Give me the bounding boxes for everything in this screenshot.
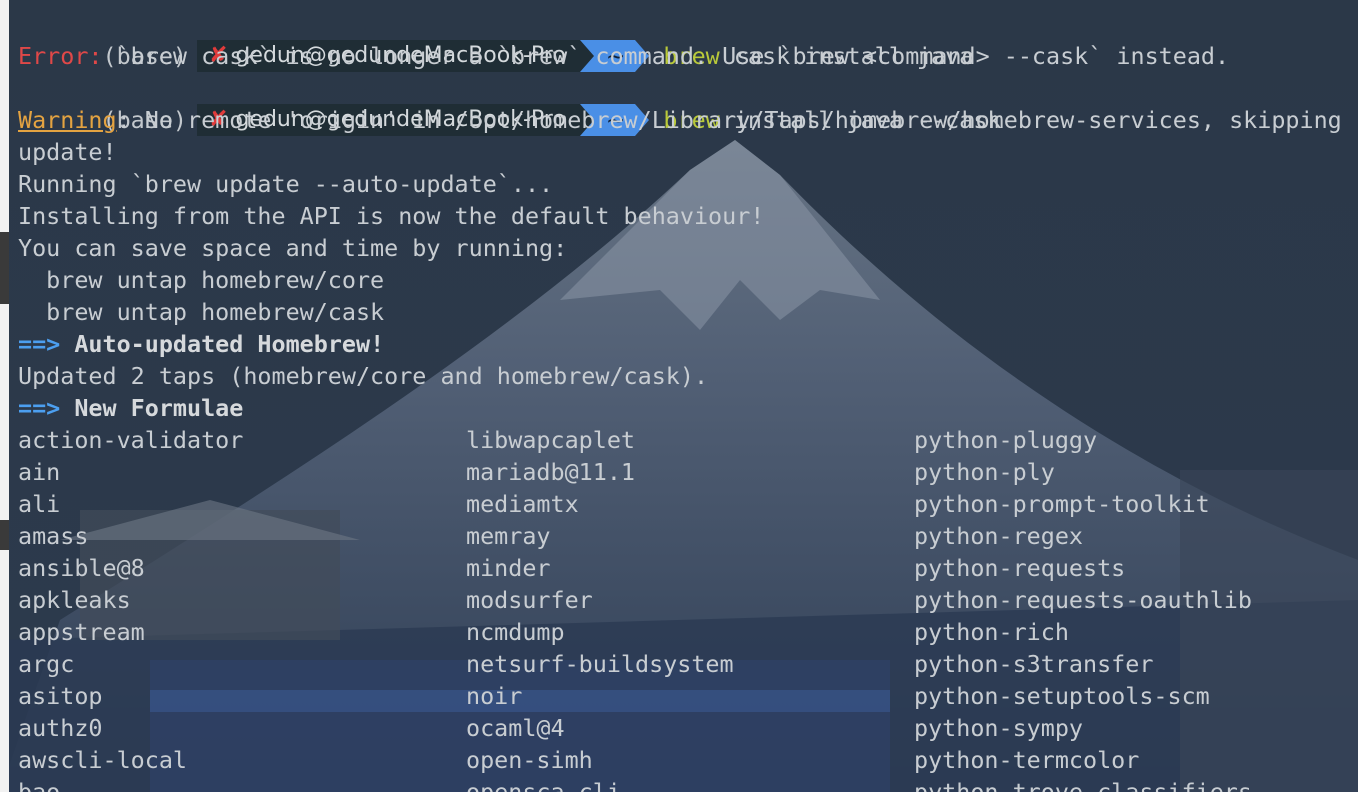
warning-line: Warning: No remote 'origin' in /opt/home… bbox=[18, 104, 1342, 136]
formula-item: memray bbox=[466, 522, 551, 550]
formula-item: python-setuptools-scm bbox=[914, 682, 1210, 710]
formula-item: ansible@8 bbox=[18, 554, 145, 582]
section-heading: ==> Auto-updated Homebrew! bbox=[18, 328, 384, 360]
output-line: You can save space and time by running: bbox=[18, 234, 568, 262]
section-heading: ==> New Formulae bbox=[18, 392, 243, 424]
formula-item: python-ply bbox=[914, 458, 1055, 486]
output-line: Installing from the API is now the defau… bbox=[18, 202, 765, 230]
error-message: `brew cask` is no longer a `brew` comman… bbox=[102, 42, 1230, 70]
formula-item: open-simh bbox=[466, 746, 593, 774]
arrow-icon: ==> bbox=[18, 394, 61, 422]
formula-item: ali bbox=[18, 490, 61, 518]
arrow-icon: ==> bbox=[18, 330, 61, 358]
error-label: Error: bbox=[18, 42, 103, 70]
warning-label: Warning bbox=[18, 106, 117, 134]
formula-item: authz0 bbox=[18, 714, 103, 742]
formula-item: python-requests bbox=[914, 554, 1126, 582]
formula-item: python-termcolor bbox=[914, 746, 1140, 774]
formula-item: python-regex bbox=[914, 522, 1083, 550]
formula-item: netsurf-buildsystem bbox=[466, 650, 734, 678]
formula-item: mediamtx bbox=[466, 490, 579, 518]
formula-item: minder bbox=[466, 554, 551, 582]
formula-item: apkleaks bbox=[18, 586, 131, 614]
output-line: Running `brew update --auto-update`... bbox=[18, 170, 554, 198]
formula-item: python-trove-classifiers bbox=[914, 778, 1252, 792]
prompt-line: (base) ✘ gedun@gedundeMacBook-Pro ~ brew cas… bbox=[18, 8, 973, 72]
formula-item: python-pluggy bbox=[914, 426, 1098, 454]
formula-item: opensca-cli bbox=[466, 778, 621, 792]
section-title: New Formulae bbox=[74, 394, 244, 422]
prompt-line: (base) ✘ gedun@gedundeMacBook-Pro ~ brew ins… bbox=[18, 72, 1001, 136]
formula-item: awscli-local bbox=[18, 746, 187, 774]
formula-item: argc bbox=[18, 650, 75, 678]
output-line: brew untap homebrew/core bbox=[18, 266, 385, 294]
warning-message: : No remote 'origin' in /opt/homebrew/Li… bbox=[116, 106, 1342, 134]
terminal-window[interactable]: (base) ✘ gedun@gedundeMacBook-Pro ~ brew cas… bbox=[0, 0, 1358, 792]
error-line: Error: `brew cask` is no longer a `brew`… bbox=[18, 40, 1229, 72]
formula-item: ocaml@4 bbox=[466, 714, 565, 742]
formula-item: bao bbox=[18, 778, 61, 792]
warning-continuation: update! bbox=[18, 138, 117, 166]
formula-item: python-requests-oauthlib bbox=[914, 586, 1252, 614]
formula-item: mariadb@11.1 bbox=[466, 458, 635, 486]
formula-item: python-sympy bbox=[914, 714, 1083, 742]
terminal-output: (base) ✘ gedun@gedundeMacBook-Pro ~ brew cas… bbox=[0, 0, 1358, 792]
formula-item: amass bbox=[18, 522, 89, 550]
output-line: brew untap homebrew/cask bbox=[18, 298, 385, 326]
formula-item: ain bbox=[18, 458, 61, 486]
formula-item: asitop bbox=[18, 682, 103, 710]
formula-item: python-rich bbox=[914, 618, 1069, 646]
formula-item: ncmdump bbox=[466, 618, 565, 646]
formula-item: python-s3transfer bbox=[914, 650, 1154, 678]
formula-item: appstream bbox=[18, 618, 145, 646]
section-title: Auto-updated Homebrew! bbox=[74, 330, 385, 358]
formula-item: python-prompt-toolkit bbox=[914, 490, 1210, 518]
formula-item: action-validator bbox=[18, 426, 244, 454]
formula-item: libwapcaplet bbox=[466, 426, 635, 454]
formula-item: modsurfer bbox=[466, 586, 593, 614]
output-line: Updated 2 taps (homebrew/core and homebr… bbox=[18, 362, 709, 390]
formula-item: noir bbox=[466, 682, 523, 710]
